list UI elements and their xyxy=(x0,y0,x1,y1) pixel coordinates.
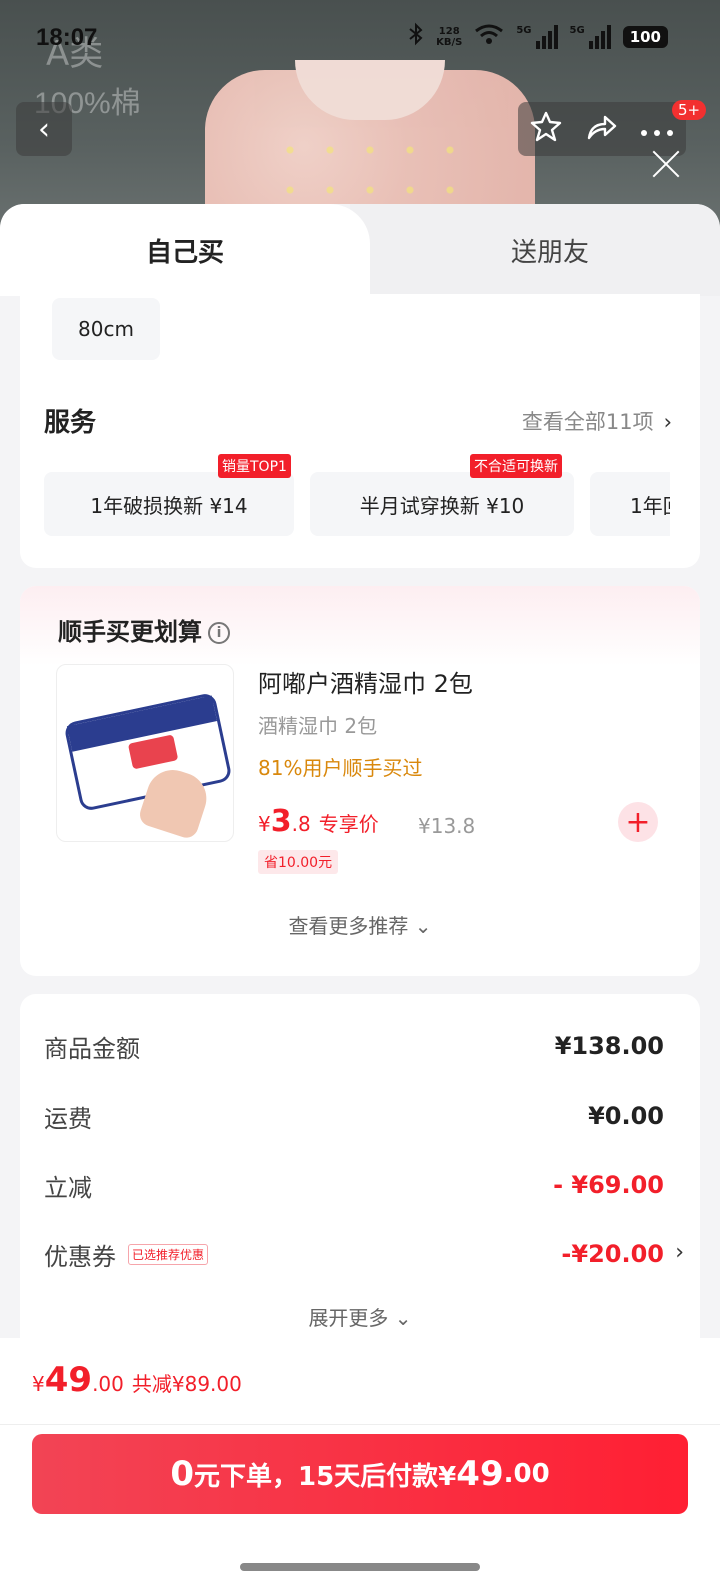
chevron-right-icon: › xyxy=(675,1240,684,1265)
add-addon-button[interactable]: + xyxy=(618,802,658,842)
status-bar: 18:07 128 KB/S 5G 5G 100 xyxy=(0,0,720,80)
status-icons: 128 KB/S 5G 5G 100 xyxy=(408,22,668,51)
divider xyxy=(0,1424,720,1425)
addon-card: 顺手买更划算 i 阿嘟户酒精湿巾 2包 酒精湿巾 2包 81%用户顺手买过 ¥3.… xyxy=(20,586,700,976)
total-price: ¥49.00 共减¥89.00 xyxy=(32,1360,242,1400)
addon-price: ¥3.8 专享价 xyxy=(258,804,379,839)
more-recommendations-link[interactable]: 查看更多推荐 ⌄ xyxy=(20,910,700,939)
addon-original-price: ¥13.8 xyxy=(418,814,476,838)
service-option[interactable]: 1年回 xyxy=(590,472,670,536)
service-tag: 不合适可换新 xyxy=(470,454,562,478)
service-options: 1年破损换新 ¥14 半月试穿换新 ¥10 1年回 xyxy=(44,472,670,536)
shirt-pattern xyxy=(270,130,470,210)
home-indicator[interactable] xyxy=(240,1563,480,1571)
size-option[interactable]: 80cm xyxy=(52,298,160,360)
addon-product-spec: 酒精湿巾 2包 xyxy=(258,714,378,738)
tab-gift-friend[interactable]: 送朋友 xyxy=(350,204,720,296)
place-order-button[interactable]: 0 元下单，15天后付款¥ 49.00 xyxy=(32,1434,688,1514)
addon-buy-rate: 81%用户顺手买过 xyxy=(258,756,423,780)
close-icon[interactable] xyxy=(648,146,684,182)
more-icon[interactable] xyxy=(640,114,674,144)
tabs: 送朋友 自己买 xyxy=(0,204,720,296)
spec-service-card: 80cm 服务 查看全部11项 › 1年破损换新 ¥14 半月试穿换新 ¥10 1… xyxy=(20,294,700,568)
notification-badge: 5+ xyxy=(672,100,707,120)
net-speed: 128 KB/S xyxy=(436,25,463,48)
summary-row: 立减 - ¥69.00 xyxy=(44,1171,664,1202)
service-tag: 销量TOP1 xyxy=(218,454,291,478)
share-icon[interactable] xyxy=(585,112,617,147)
service-option[interactable]: 1年破损换新 ¥14 xyxy=(44,472,294,536)
signal-icon-1: 5G xyxy=(516,24,558,49)
coupon-tag: 已选推荐优惠 xyxy=(128,1243,209,1265)
expand-more-link[interactable]: 展开更多 ⌄ xyxy=(20,1302,700,1331)
info-icon[interactable]: i xyxy=(208,622,230,644)
star-icon[interactable] xyxy=(530,110,562,149)
battery-icon: 100 xyxy=(622,25,668,48)
service-title: 服务 xyxy=(44,408,97,438)
price-summary-card: 商品金额 ¥138.00 运费 ¥0.00 立减 - ¥69.00 优惠券 已选推荐优惠… xyxy=(20,994,700,1354)
checkout-footer: ¥49.00 共减¥89.00 0 元下单，15天后付款¥ 49.00 xyxy=(0,1338,720,1584)
status-time: 18:07 xyxy=(36,24,98,51)
signal-icon-2: 5G xyxy=(570,24,611,49)
service-option[interactable]: 半月试穿换新 ¥10 xyxy=(310,472,574,536)
addon-saving-badge: 省10.00元 xyxy=(258,850,339,874)
wifi-icon xyxy=(474,23,504,50)
bluetooth-icon xyxy=(408,22,424,51)
addon-product-image[interactable] xyxy=(56,664,234,842)
coupon-row[interactable]: 优惠券 已选推荐优惠 -¥20.00 › xyxy=(44,1234,684,1274)
service-view-all[interactable]: 查看全部11项 › xyxy=(522,406,672,436)
addon-product-name[interactable]: 阿嘟户酒精湿巾 2包 xyxy=(258,664,473,699)
back-button[interactable]: ‹ xyxy=(16,102,72,156)
tab-buy-self[interactable]: 自己买 xyxy=(0,204,370,296)
addon-title: 顺手买更划算 i xyxy=(58,612,230,647)
summary-row: 商品金额 ¥138.00 xyxy=(44,1032,664,1063)
summary-row: 运费 ¥0.00 xyxy=(44,1102,664,1133)
chevron-right-icon: › xyxy=(663,410,672,434)
